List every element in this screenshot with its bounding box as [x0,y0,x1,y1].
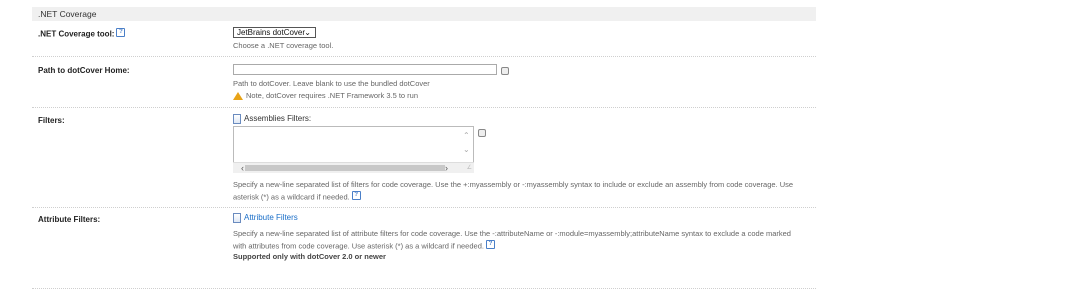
coverage-tool-label: .NET Coverage tool:? [38,28,126,39]
assemblies-filters-heading: Assemblies Filters: [233,114,311,124]
supported-version-note: Supported only with dotCover 2.0 or newe… [233,252,386,261]
scroll-down-icon[interactable]: ⌄ [463,145,470,154]
resize-grip-icon[interactable]: ∠ [467,164,472,171]
scrollbar-thumb[interactable] [245,165,445,171]
coverage-tool-select[interactable]: JetBrains dotCover ⌄ [233,27,316,38]
divider [32,107,816,108]
divider [32,288,816,289]
attribute-filters-note-line1: Specify a new-line separated list of att… [233,229,791,238]
horizontal-scrollbar[interactable]: ‹ › ∠ [233,162,474,173]
chevron-down-icon: ⌄ [304,28,311,37]
document-icon [233,213,241,224]
scroll-up-icon[interactable]: ⌃ [463,131,470,140]
help-icon[interactable]: ? [116,28,126,37]
field-chooser-icon[interactable] [501,67,509,75]
help-icon[interactable]: ? [351,191,361,200]
dotcover-home-input[interactable] [233,64,497,75]
filters-note-text: asterisk (*) as a wildcard if needed. [233,192,350,202]
field-chooser-icon[interactable] [478,129,486,137]
dotcover-home-label: Path to dotCover Home: [38,66,130,75]
scroll-right-icon[interactable]: › [445,163,448,173]
help-icon[interactable]: ? [485,240,495,249]
coverage-tool-note: Choose a .NET coverage tool. [233,41,334,50]
dotcover-warning: Note, dotCover requires .NET Framework 3… [233,91,419,101]
document-icon [233,114,241,124]
attribute-filters-note-line2: with attributes from code coverage. Use … [233,240,495,251]
section-header: .NET Coverage [32,7,816,21]
divider [32,207,816,208]
divider [32,56,816,57]
coverage-tool-label-text: .NET Coverage tool: [38,29,115,39]
assemblies-filters-label: Assemblies Filters: [244,114,312,124]
attribute-filters-link-row: Attribute Filters [233,213,298,224]
attribute-filters-label: Attribute Filters: [38,215,101,224]
filters-note-line1: Specify a new-line separated list of fil… [233,180,794,189]
dotcover-home-note: Path to dotCover. Leave blank to use the… [233,79,430,88]
section-title: .NET Coverage [38,9,97,19]
scroll-left-icon[interactable]: ‹ [241,163,244,173]
warning-icon [233,92,243,101]
filters-label: Filters: [38,116,65,125]
dotcover-warning-text: Note, dotCover requires .NET Framework 3… [246,91,419,100]
filters-note-line2: asterisk (*) as a wildcard if needed.? [233,191,361,202]
attribute-filters-note-text: with attributes from code coverage. Use … [233,241,484,251]
coverage-tool-selected: JetBrains dotCover [237,28,306,37]
attribute-filters-link[interactable]: Attribute Filters [244,213,298,222]
